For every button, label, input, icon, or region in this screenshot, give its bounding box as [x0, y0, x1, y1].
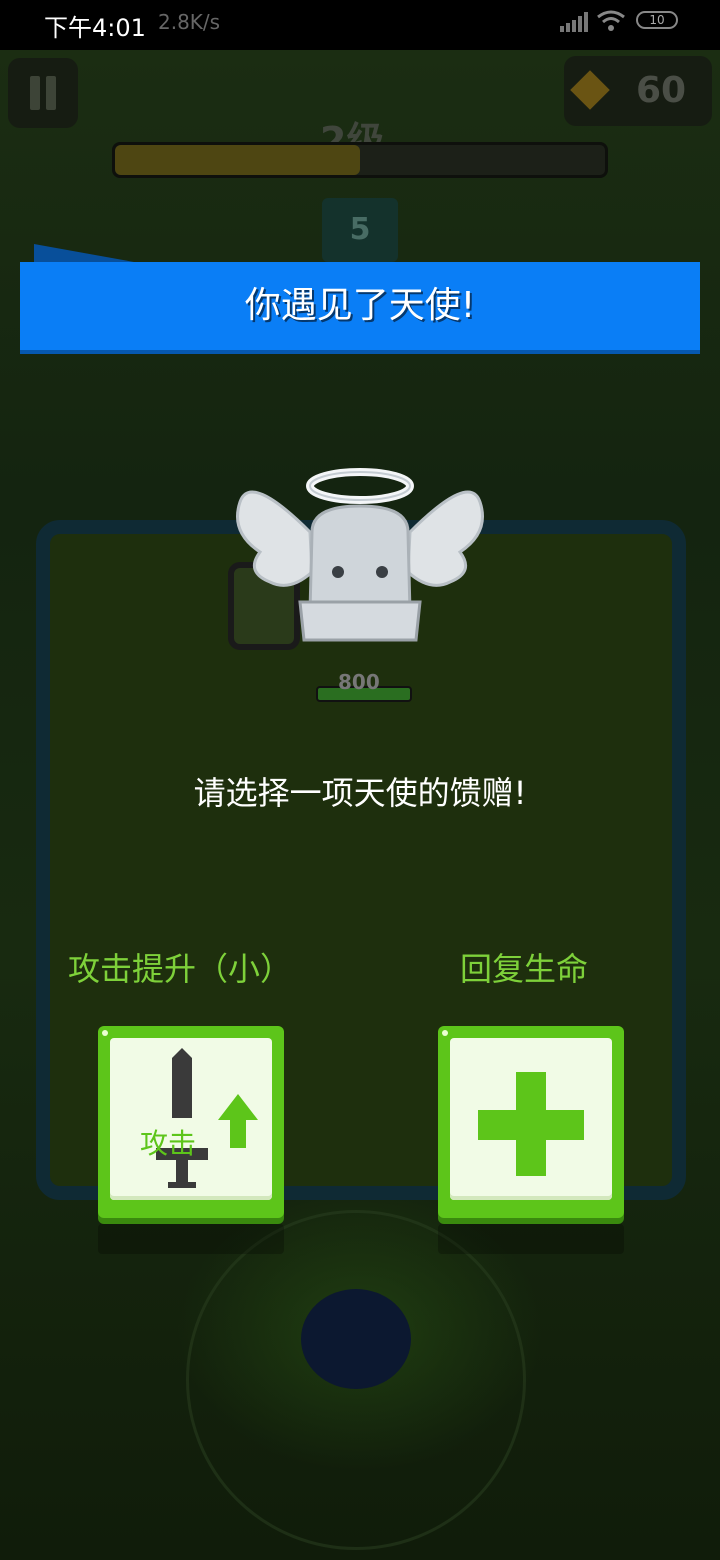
- level-progress-bar: [112, 142, 608, 178]
- status-time: 下午4:01: [44, 14, 146, 42]
- card-shadow: [438, 1224, 624, 1254]
- pause-icon: [30, 76, 40, 110]
- attack-up-icon: [156, 1048, 258, 1188]
- attack-icon-text: 攻击: [140, 1127, 197, 1160]
- card-highlight: [102, 1030, 108, 1036]
- battery-level: 10: [649, 13, 665, 27]
- virtual-joystick[interactable]: [186, 1210, 526, 1550]
- battery-icon: 10: [636, 11, 678, 29]
- signal-icon: [560, 12, 588, 32]
- boss-hp-value: 800: [338, 670, 380, 694]
- boss-hp: 800: [316, 670, 412, 702]
- card-face: [450, 1038, 612, 1200]
- heal-button[interactable]: [438, 1026, 624, 1254]
- gem-icon: [570, 70, 610, 110]
- network-speed: 2.8K/s: [158, 10, 221, 34]
- choice-label-attack: 攻击提升（小）: [68, 950, 293, 988]
- attack-up-button[interactable]: 攻击: [98, 1026, 284, 1254]
- choice-label-heal: 回复生命: [460, 950, 589, 988]
- joystick-knob[interactable]: [301, 1289, 411, 1389]
- card-face: 攻击: [110, 1038, 272, 1200]
- heal-plus-icon: [478, 1072, 584, 1176]
- status-bar: 下午4:01 2.8K/s 10: [0, 0, 720, 50]
- gem-counter: 60: [564, 56, 712, 126]
- dialog-banner: 你遇见了天使!: [20, 244, 700, 350]
- angel-icon: [236, 468, 484, 642]
- level-progress-fill: [115, 145, 360, 175]
- pause-icon: [46, 76, 56, 110]
- wifi-icon: [597, 10, 625, 31]
- card-highlight: [442, 1030, 448, 1036]
- dialog-title: 你遇见了天使!: [244, 285, 476, 326]
- dialog-prompt: 请选择一项天使的馈赠!: [193, 774, 527, 812]
- pause-button[interactable]: [8, 58, 78, 128]
- card-shadow: [98, 1224, 284, 1254]
- enemy-count: 5: [322, 198, 398, 262]
- gem-count: 60: [636, 70, 687, 111]
